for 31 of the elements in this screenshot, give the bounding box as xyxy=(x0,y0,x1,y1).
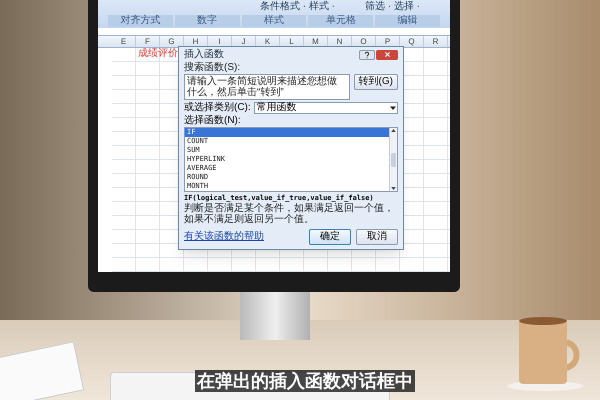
cancel-button[interactable]: 取消 xyxy=(356,229,398,245)
scrollbar-thumb[interactable] xyxy=(391,152,396,166)
ok-button[interactable]: 确定 xyxy=(309,229,351,245)
search-field[interactable]: 请输入一条简短说明来描述您想做什么，然后单击“转到” xyxy=(184,74,350,100)
dialog-title: 插入函数 xyxy=(184,50,224,60)
ribbon-group-label: 编辑 xyxy=(375,15,440,27)
cell-text: 成绩评价 xyxy=(138,49,178,59)
scroll-up-icon[interactable] xyxy=(391,129,396,132)
ribbon-command[interactable]: 条件格式 · 样式 · xyxy=(260,2,335,12)
scrollbar[interactable] xyxy=(389,128,397,191)
dropdown-caret-icon xyxy=(389,104,397,112)
function-description: 判断是否满足某个条件，如果满足返回一个值，如果不满足则返回另一个值。 xyxy=(184,203,395,225)
subtitle: 在弹出的插入函数对话框中 xyxy=(195,370,415,392)
column-header[interactable]: R xyxy=(424,36,448,47)
category-label: 或选择类别(C): xyxy=(184,103,251,113)
function-list-label: 选择函数(N): xyxy=(184,115,242,127)
column-header[interactable]: E xyxy=(112,36,136,47)
ribbon-group-label: 对齐方式 xyxy=(108,15,173,27)
ribbon-group-label: 数字 xyxy=(174,15,240,27)
go-button[interactable]: 转到(G) xyxy=(354,74,398,90)
column-header[interactable]: F xyxy=(136,36,160,47)
ribbon-command[interactable]: 筛选 · 选择 · xyxy=(365,2,420,12)
search-label: 搜索函数(S): xyxy=(184,62,242,74)
category-dropdown[interactable]: 常用函数 xyxy=(254,102,398,114)
monitor-stand xyxy=(240,292,310,340)
help-link[interactable]: 有关该函数的帮助 xyxy=(184,232,264,242)
ribbon-group-label: 样式 xyxy=(242,15,306,27)
help-icon[interactable] xyxy=(359,50,375,60)
ribbon-group-label: 单元格 xyxy=(308,15,374,27)
scroll-down-icon[interactable] xyxy=(391,187,396,190)
close-icon[interactable] xyxy=(376,50,398,60)
